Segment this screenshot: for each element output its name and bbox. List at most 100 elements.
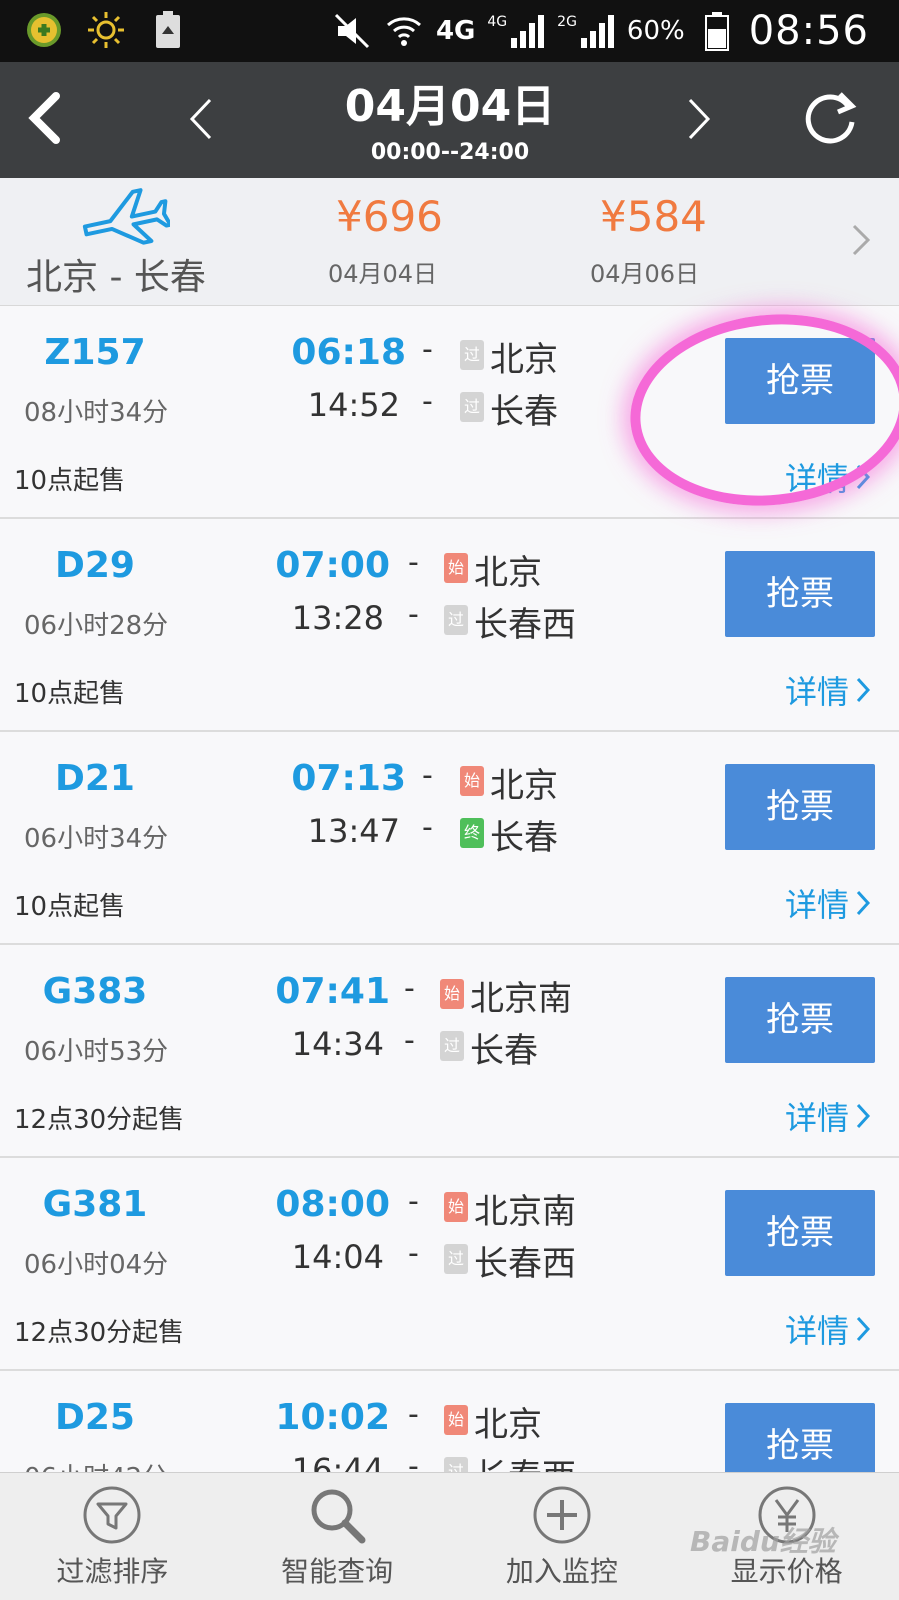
detail-link[interactable]: 详情 [785,1093,871,1139]
start-tag: 始 [460,766,484,796]
detail-link[interactable]: 详情 [785,880,871,926]
dash: - [408,597,419,632]
add-icon [533,1486,591,1543]
next-day-button[interactable] [672,94,722,144]
detail-label: 详情 [785,673,850,711]
train-number: G383 [42,971,148,1012]
refresh-icon [805,92,857,144]
arrival-time: 14:34 [291,1025,384,1063]
detail-link[interactable]: 详情 [785,667,871,713]
dash: - [422,758,433,793]
back-button[interactable] [18,88,78,148]
departure-station: 北京 [490,766,558,806]
flight-price-bar[interactable]: 北京 - 长春 ¥696 04月04日 ¥584 04月06日 [0,178,899,306]
detail-label: 详情 [785,1099,850,1137]
train-number: Z157 [44,332,146,373]
detail-link[interactable]: 详情 [785,1306,871,1352]
network-4g-label: 4G [435,16,476,46]
grab-ticket-button[interactable]: 抢票 [725,551,875,637]
train-row[interactable]: G381 06小时04分 08:00 - 始 北京南 14:04 - 过 长春西… [0,1158,899,1371]
start-tag: 始 [444,1192,468,1222]
search-icon [311,1489,366,1543]
dash: - [404,1023,415,1058]
train-duration: 06小时53分 [24,1037,169,1067]
start-tag: 始 [440,979,464,1009]
signal-4g-icon: 4G [487,14,545,48]
train-row[interactable]: D29 06小时28分 07:00 - 始 北京 13:28 - 过 长春西 抢… [0,519,899,732]
start-tag: 始 [444,553,468,583]
arrival-station: 长春西 [474,1449,576,1472]
train-duration: 06小时34分 [24,824,169,854]
train-number: G381 [42,1184,148,1225]
arrival-station: 长春 [490,392,558,432]
departure-station: 北京南 [470,979,572,1019]
pass-tag: 过 [444,1244,468,1274]
departure-station: 北京南 [474,1192,576,1232]
train-row[interactable]: D25 06小时42分 10:02 - 始 北京 16:44 - 过 长春西 抢… [0,1371,899,1472]
departure-time: 08:00 [275,1184,390,1225]
dash: - [422,332,433,367]
arrival-time: 16:44 [291,1451,384,1472]
arrival-station: 长春 [470,1031,538,1071]
train-duration: 06小时28分 [24,611,169,641]
departure-time: 07:41 [275,971,390,1012]
flight-price-date: 04月04日 [328,260,438,288]
chevron-right-icon [856,1316,871,1342]
dash: - [408,545,419,580]
back-arrow-icon [28,92,60,144]
app-plus-icon [24,10,64,50]
nav-header: 04月04日 00:00--24:00 [0,62,899,178]
train-number: D29 [55,545,135,586]
dash: - [422,384,433,419]
battery-icon [697,11,737,51]
chevron-right-icon [856,890,871,916]
sale-time: 12点30分起售 [14,1318,185,1348]
train-duration: 06小时04分 [24,1250,169,1280]
arrival-time: 14:52 [307,386,400,424]
pass-tag: 过 [444,1457,468,1472]
grab-ticket-button[interactable]: 抢票 [725,1190,875,1276]
refresh-button[interactable] [798,86,864,152]
chevron-left-icon [189,98,212,140]
dash: - [408,1184,419,1219]
flight-price: ¥584 [600,192,707,241]
tab-filter-sort[interactable]: 过滤排序 [0,1473,225,1600]
grab-ticket-button[interactable]: 抢票 [725,1403,875,1472]
flight-price: ¥696 [336,192,443,241]
tab-label: 加入监控 [505,1554,618,1588]
tab-add-monitor[interactable]: 加入监控 [450,1473,675,1600]
departure-time: 10:02 [275,1397,390,1438]
start-tag: 始 [444,1405,468,1435]
sale-time: 12点30分起售 [14,1105,185,1135]
train-row[interactable]: D21 06小时34分 07:13 - 始 北京 13:47 - 终 长春 抢票… [0,732,899,945]
grab-ticket-button[interactable]: 抢票 [725,764,875,850]
route-label: 北京 - 长春 [26,257,206,298]
sun-icon [86,10,126,50]
chevron-right-icon [852,224,871,256]
wifi-icon [384,11,424,51]
mute-icon [332,11,372,51]
battery-percent: 60% [626,16,685,46]
dash: - [408,1397,419,1432]
departure-time: 06:18 [291,332,406,373]
signal-2g-label: 2G [557,14,577,30]
train-duration: 08小时34分 [24,398,169,428]
airplane-icon [82,188,170,245]
prev-day-button[interactable] [178,94,228,144]
watermark: Baidu经验 [690,1525,836,1558]
departure-station: 北京 [474,553,542,593]
signal-2g-icon: 2G [557,14,615,48]
arrival-station: 长春 [490,818,558,858]
sale-time: 10点起售 [14,679,126,709]
arrival-time: 14:04 [291,1238,384,1276]
sale-time: 10点起售 [14,466,126,496]
flight-price-date: 04月06日 [590,260,700,288]
train-row[interactable]: G383 06小时53分 07:41 - 始 北京南 14:34 - 过 长春 … [0,945,899,1158]
train-number: D21 [55,758,135,799]
dash: - [408,1449,419,1472]
selected-date[interactable]: 04月04日 [250,70,650,134]
grab-ticket-button[interactable]: 抢票 [725,977,875,1063]
departure-station: 北京 [490,340,558,380]
train-number: D25 [55,1397,135,1438]
tab-smart-search[interactable]: 智能查询 [225,1473,450,1600]
